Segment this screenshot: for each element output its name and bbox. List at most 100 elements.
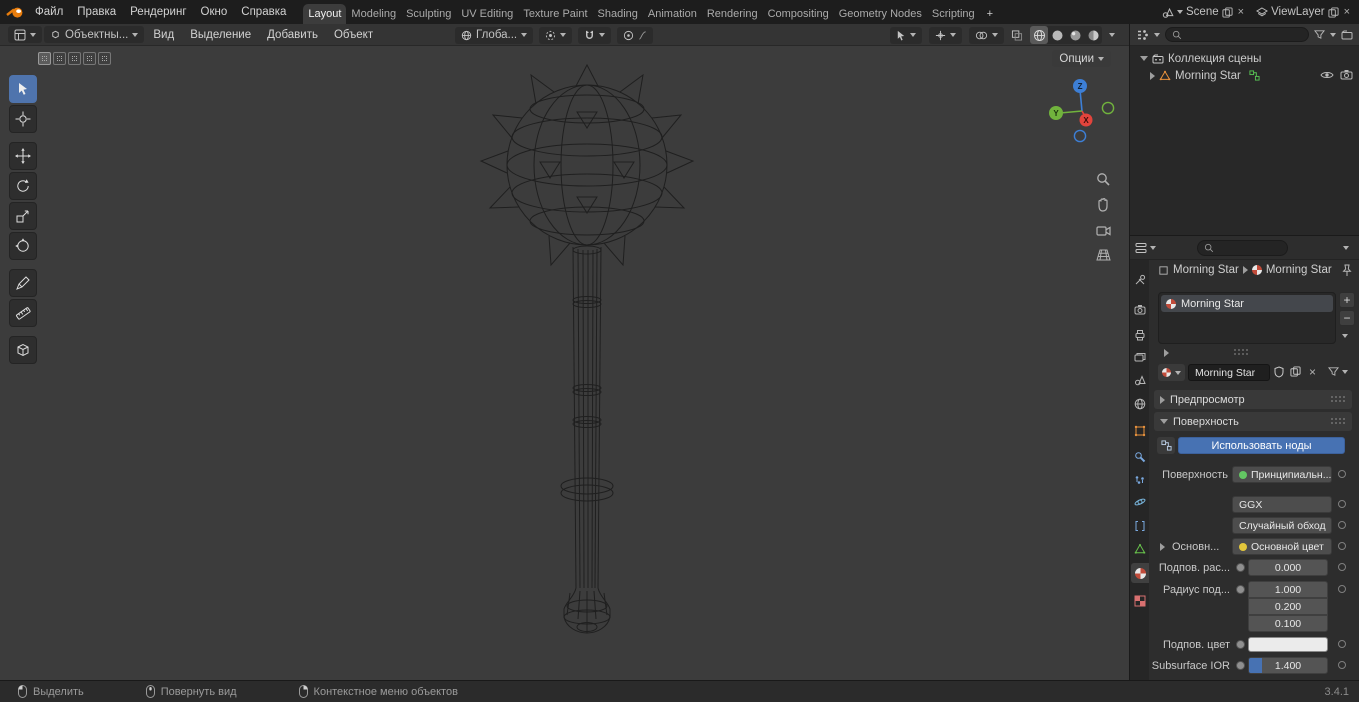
scene-selector[interactable]: Scene × — [1159, 6, 1249, 18]
chevron-down-icon[interactable] — [1109, 33, 1115, 37]
decorator-icon[interactable] — [1338, 470, 1346, 478]
shading-solid-button[interactable] — [1048, 26, 1066, 44]
xray-toggle[interactable] — [1011, 29, 1023, 41]
snap-dropdown[interactable] — [578, 26, 612, 44]
tool-move[interactable] — [9, 142, 37, 170]
socket-icon[interactable] — [1236, 640, 1245, 649]
gizmos-dropdown[interactable] — [929, 26, 962, 44]
pan-hand-button[interactable] — [1092, 193, 1114, 215]
pin-id-button[interactable] — [1342, 264, 1352, 277]
tab-scene[interactable] — [1133, 373, 1147, 387]
tab-modeling[interactable]: Modeling — [346, 4, 401, 24]
decorator-icon[interactable] — [1338, 521, 1346, 529]
radius-y-field[interactable]: 0.200 — [1248, 598, 1328, 615]
panel-grip[interactable] — [1331, 396, 1346, 403]
tab-texture[interactable] — [1133, 594, 1147, 608]
subsurface-method-dropdown[interactable]: Случайный обход — [1232, 517, 1332, 534]
tab-geometry-nodes[interactable]: Geometry Nodes — [834, 4, 927, 24]
add-workspace-button[interactable]: + — [980, 4, 1000, 24]
unlink-material-button[interactable]: × — [1307, 365, 1318, 379]
new-viewlayer-icon[interactable] — [1328, 6, 1339, 18]
tab-modifiers[interactable] — [1133, 450, 1147, 464]
subsurface-ior-slider[interactable]: 1.400 — [1248, 657, 1328, 674]
menu-add[interactable]: Добавить — [260, 29, 325, 41]
decorator-icon[interactable] — [1338, 640, 1346, 648]
outliner-editor-icon[interactable] — [1136, 29, 1149, 41]
tab-render[interactable] — [1133, 303, 1147, 317]
tab-material[interactable] — [1133, 566, 1147, 580]
tab-physics[interactable] — [1133, 495, 1147, 509]
menu-render[interactable]: Рендеринг — [123, 0, 193, 24]
remove-viewlayer-button[interactable]: × — [1342, 6, 1352, 18]
select-mode-set[interactable] — [38, 52, 51, 65]
tab-compositing[interactable]: Compositing — [763, 4, 834, 24]
socket-icon[interactable] — [1236, 661, 1245, 670]
base-color-field[interactable]: Основной цвет — [1232, 538, 1332, 555]
tab-view-layer[interactable] — [1133, 350, 1147, 364]
menu-edit[interactable]: Правка — [70, 0, 123, 24]
filter-icon[interactable] — [1314, 29, 1325, 40]
shading-material-button[interactable] — [1066, 26, 1084, 44]
selectability-dropdown[interactable] — [890, 26, 922, 44]
socket-icon[interactable] — [1236, 585, 1245, 594]
unlink-scene-button[interactable]: × — [1236, 6, 1246, 18]
select-mode-extend[interactable] — [53, 52, 66, 65]
outliner-row-scene-collection[interactable]: Коллекция сцены — [1140, 50, 1261, 67]
menu-select[interactable]: Выделение — [183, 29, 258, 41]
decorator-icon[interactable] — [1338, 500, 1346, 508]
expand-icon[interactable] — [1140, 56, 1148, 61]
chevron-down-icon[interactable] — [1154, 32, 1160, 37]
add-material-slot-button[interactable]: + — [1339, 292, 1355, 308]
tab-layout[interactable]: Layout — [303, 4, 347, 24]
distribution-dropdown[interactable]: GGX — [1232, 496, 1332, 513]
tool-scale[interactable] — [9, 202, 37, 230]
tab-texture-paint[interactable]: Texture Paint — [518, 4, 592, 24]
browse-material-button[interactable] — [1158, 364, 1185, 381]
menu-window[interactable]: Окно — [194, 0, 235, 24]
tool-rotate[interactable] — [9, 172, 37, 200]
viewlayer-selector[interactable]: ViewLayer × — [1253, 6, 1355, 18]
duplicate-material-button[interactable] — [1290, 366, 1301, 377]
panel-surface[interactable]: Поверхность — [1154, 412, 1352, 431]
tab-scripting[interactable]: Scripting — [927, 4, 980, 24]
tab-shading[interactable]: Shading — [593, 4, 643, 24]
material-name-field[interactable]: Morning Star — [1188, 364, 1270, 381]
expand-icon[interactable] — [1150, 71, 1155, 80]
remove-material-slot-button[interactable]: − — [1339, 310, 1355, 326]
outliner-search[interactable] — [1165, 27, 1309, 42]
tab-object-data[interactable] — [1133, 542, 1147, 556]
hide-in-viewport-toggle[interactable] — [1320, 70, 1334, 80]
tab-rendering[interactable]: Rendering — [702, 4, 763, 24]
panel-grip[interactable] — [1331, 418, 1346, 425]
pivot-point-dropdown[interactable] — [539, 26, 573, 44]
surface-shader-dropdown[interactable]: Принципиальн... — [1232, 466, 1332, 483]
panel-preview[interactable]: Предпросмотр — [1154, 390, 1352, 409]
list-filter-toggle[interactable] — [1164, 349, 1169, 357]
properties-search[interactable] — [1197, 240, 1288, 256]
breadcrumb-material[interactable]: Morning Star — [1266, 264, 1332, 276]
material-specials-dropdown[interactable] — [1328, 366, 1348, 377]
menu-object[interactable]: Объект — [327, 29, 380, 41]
tab-animation[interactable]: Animation — [643, 4, 702, 24]
decorator-icon[interactable] — [1338, 661, 1346, 669]
proportional-edit-button[interactable] — [617, 26, 654, 44]
toggle-grid-button[interactable] — [1092, 244, 1114, 266]
decorator-icon[interactable] — [1338, 585, 1346, 593]
shading-rendered-button[interactable] — [1084, 26, 1102, 44]
subsurface-slider[interactable]: 0.000 — [1248, 559, 1328, 576]
tab-object[interactable] — [1133, 424, 1147, 438]
nodes-icon-button[interactable] — [1157, 437, 1175, 454]
properties-editor-type-button[interactable] — [1135, 242, 1156, 254]
material-slot-list[interactable]: Morning Star — [1158, 292, 1336, 344]
overlays-dropdown[interactable] — [969, 26, 1004, 44]
camera-view-button[interactable] — [1092, 219, 1114, 241]
radius-z-field[interactable]: 0.100 — [1248, 615, 1328, 632]
blender-logo-icon[interactable] — [6, 6, 24, 19]
expand-icon[interactable] — [1160, 543, 1165, 551]
radius-x-field[interactable]: 1.000 — [1248, 581, 1328, 598]
options-dropdown[interactable]: Опции — [1052, 50, 1111, 67]
select-mode-invert[interactable] — [83, 52, 96, 65]
tool-transform[interactable] — [9, 232, 37, 260]
breadcrumb-object[interactable]: Morning Star — [1173, 264, 1239, 276]
chevron-down-icon[interactable] — [1343, 246, 1349, 250]
